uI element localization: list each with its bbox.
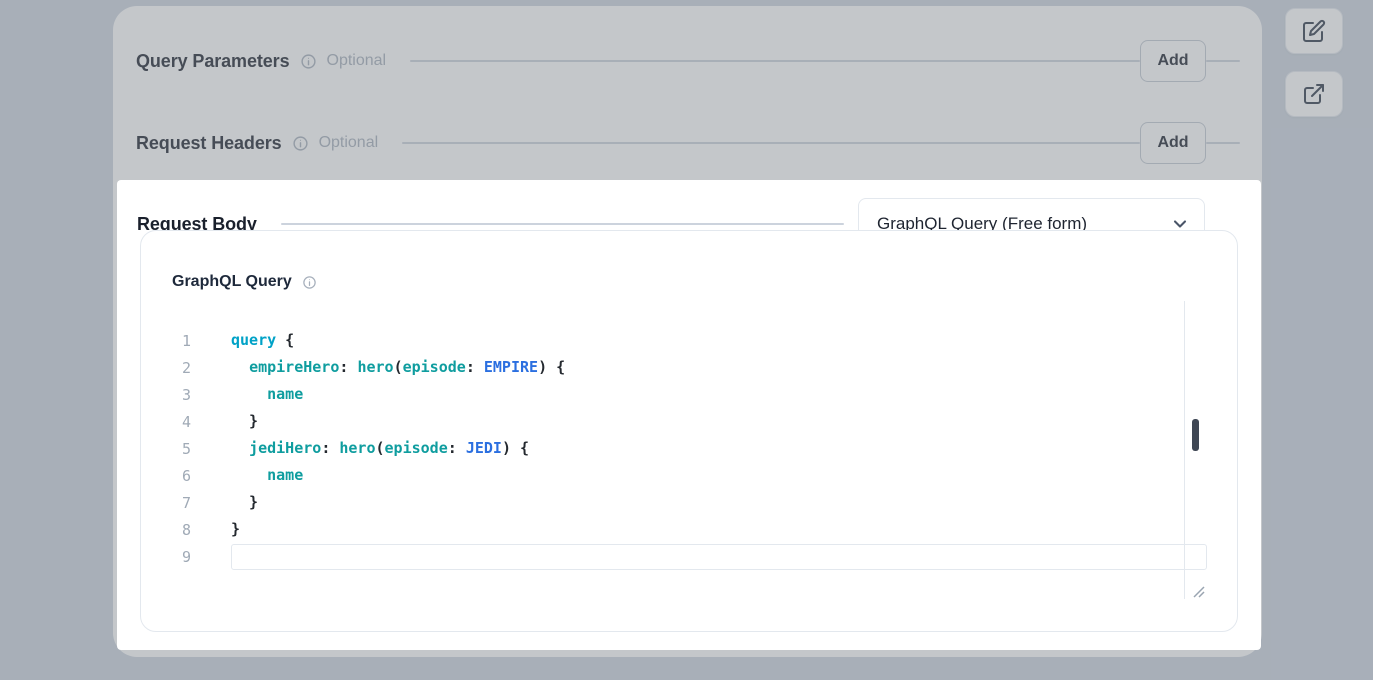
code-line-content: } [231, 408, 1207, 435]
screen: Query Parameters Optional Add Request He… [0, 0, 1373, 680]
resize-grip-icon[interactable] [1193, 586, 1205, 598]
code-line-content: jediHero: hero(episode: JEDI) { [231, 435, 1207, 462]
active-code-line-content [231, 544, 1207, 570]
code-line: 7 } [165, 489, 1207, 516]
line-number: 5 [165, 440, 191, 458]
graphql-query-editor[interactable]: 1query {2 empireHero: hero(episode: EMPI… [165, 327, 1207, 570]
code-line: 4 } [165, 408, 1207, 435]
line-number: 3 [165, 386, 191, 404]
code-line: 8} [165, 516, 1207, 543]
graphql-query-label: GraphQL Query [172, 273, 292, 291]
code-line: 9 [165, 543, 1207, 570]
line-number: 9 [165, 548, 191, 566]
code-line-content: query { [231, 327, 1207, 354]
line-number: 8 [165, 521, 191, 539]
line-number: 4 [165, 413, 191, 431]
line-number: 6 [165, 467, 191, 485]
code-line-content: } [231, 489, 1207, 516]
divider-line [281, 223, 844, 225]
graphql-editor-card: GraphQL Query 1query {2 empireHero: hero… [140, 230, 1238, 632]
info-icon[interactable] [302, 275, 317, 290]
line-number: 1 [165, 332, 191, 350]
scrollbar-thumb[interactable] [1192, 419, 1199, 451]
code-line: 6 name [165, 462, 1207, 489]
code-line: 2 empireHero: hero(episode: EMPIRE) { [165, 354, 1207, 381]
code-line: 1 query { [165, 327, 1207, 354]
request-body-panel: Request Body GraphQL Query (Free form) G… [117, 180, 1261, 650]
code-line: 5 jediHero: hero(episode: JEDI) { [165, 435, 1207, 462]
graphql-query-header: GraphQL Query [172, 273, 317, 291]
code-line-content: name [231, 381, 1207, 408]
scrollbar-track [1184, 301, 1185, 599]
code-line-content: name [231, 462, 1207, 489]
code-line-content: } [231, 516, 1207, 543]
code-line: 3 name [165, 381, 1207, 408]
code-line-content: empireHero: hero(episode: EMPIRE) { [231, 354, 1207, 381]
line-number: 7 [165, 494, 191, 512]
line-number: 2 [165, 359, 191, 377]
